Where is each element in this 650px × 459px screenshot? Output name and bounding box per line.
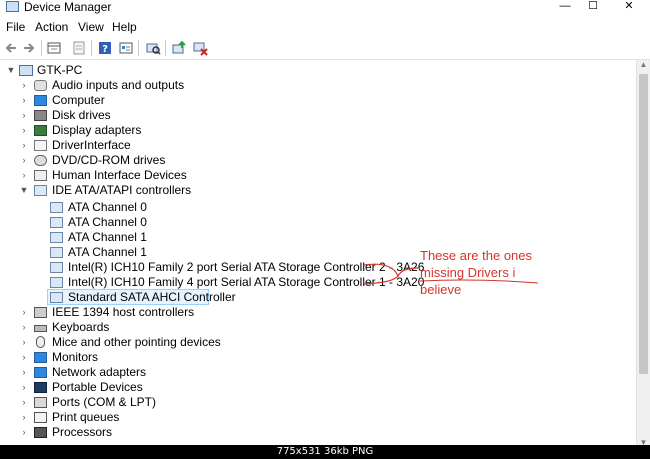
image-info-footer: 775x531 36kb PNG <box>0 445 650 459</box>
annotation-arrows <box>363 263 539 285</box>
annotation-note: These are the ones missing Drivers i bel… <box>420 247 550 298</box>
annotation-line: missing Drivers i <box>420 265 516 280</box>
annotation-line: believe <box>420 282 462 297</box>
annotation-line: These are the ones <box>420 248 533 263</box>
